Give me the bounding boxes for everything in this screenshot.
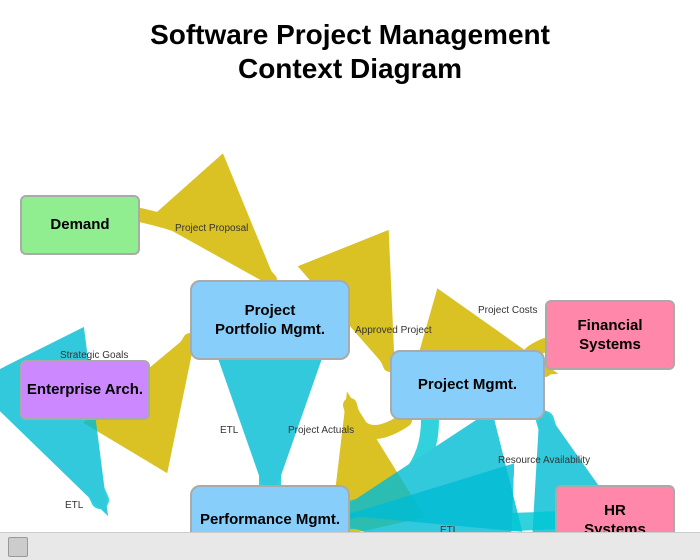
projmgmt-box: Project Mgmt. — [390, 350, 545, 420]
financial-box: FinancialSystems — [545, 300, 675, 370]
project-costs-label: Project Costs — [478, 305, 537, 317]
approved-project-label: Approved Project — [355, 325, 432, 337]
ppm-box: ProjectPortfolio Mgmt. — [190, 280, 350, 360]
enterprise-box: Enterprise Arch. — [20, 360, 150, 420]
etl-left-label: ETL — [220, 425, 238, 437]
bottom-bar — [0, 532, 700, 560]
strategic-goals-label: Strategic Goals — [60, 350, 128, 362]
etl-bottom-left-label: ETL — [65, 500, 83, 512]
bottom-icon — [8, 537, 28, 557]
page-title: Software Project Management Context Diag… — [0, 0, 700, 95]
resource-availability-label: Resource Availability — [498, 455, 590, 467]
project-actuals-label: Project Actuals — [288, 425, 354, 437]
project-proposal-label: Project Proposal — [175, 223, 248, 235]
demand-box: Demand — [20, 195, 140, 255]
